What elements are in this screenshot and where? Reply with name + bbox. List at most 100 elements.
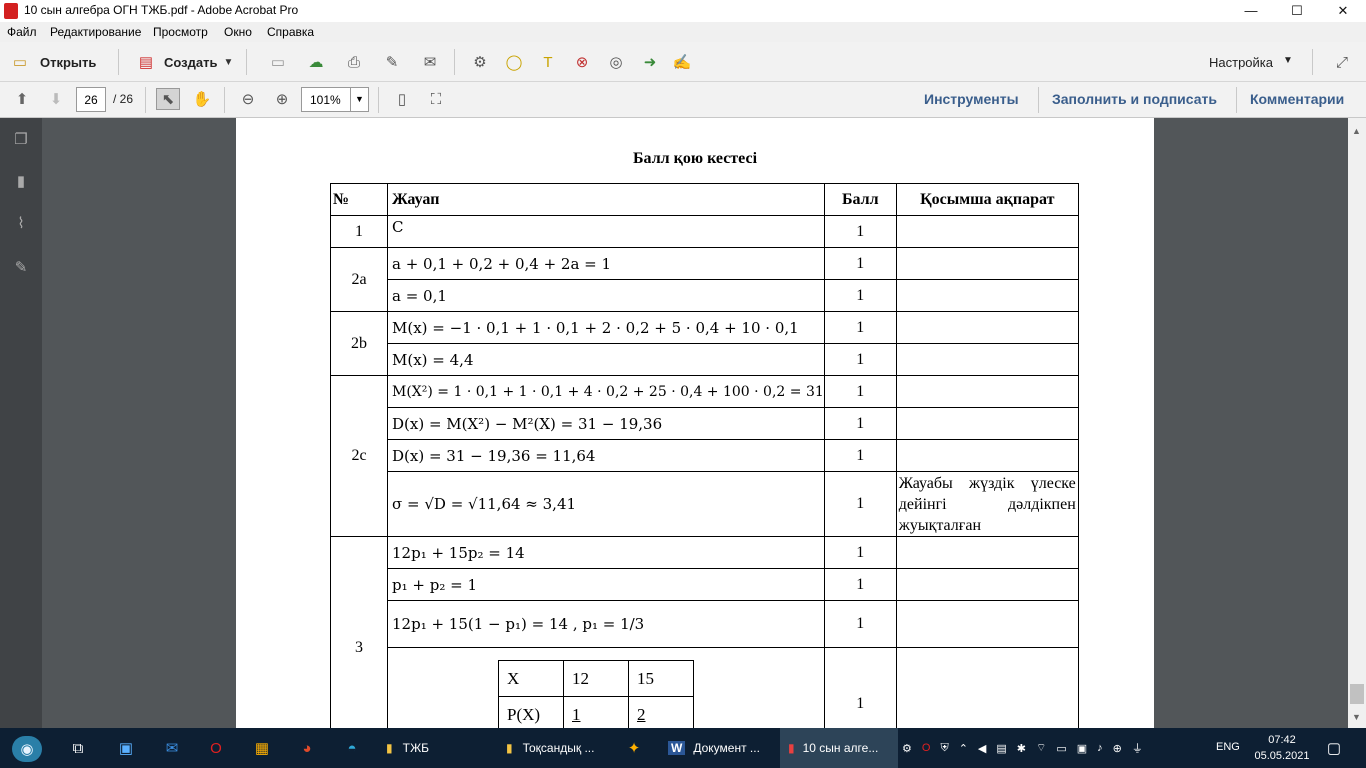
answer-cell: M(X²) = 1 · 0,1 + 1 · 0,1 + 4 · 0,2 + 25… [387, 375, 825, 408]
maximize-button[interactable]: ☐ [1274, 0, 1320, 22]
fit-width-icon[interactable]: ⛶ [424, 88, 448, 110]
table-row: D(x) = 31 − 19,36 = 11,64 1 [331, 439, 1079, 472]
fill-sign-pane-button[interactable]: Заполнить и подписать [1052, 91, 1217, 107]
zoom-out-icon[interactable]: ⊖ [236, 88, 260, 110]
folder-icon: ▮ [386, 741, 393, 755]
edit-icon[interactable]: ✎ [380, 51, 404, 73]
table-row: D(x) = M(X²) − M²(X) = 31 − 19,36 1 [331, 407, 1079, 440]
menu-help[interactable]: Справка [267, 25, 314, 39]
windows-media-icon[interactable]: ✦ [622, 737, 646, 759]
table-row: 12p₁ + 15(1 − p₁) = 14 , p₁ = 1/3 1 [331, 600, 1079, 648]
task-view-icon[interactable]: ⧉ [66, 737, 90, 759]
create-button[interactable]: ▤ Создать ▼ [134, 51, 233, 73]
page-total: / 26 [113, 92, 134, 106]
menu-view[interactable]: Просмотр [153, 25, 208, 39]
info-cell [895, 536, 1079, 569]
network-icon[interactable]: ▤ [996, 742, 1006, 755]
select-tool-icon[interactable]: ⬉ [156, 88, 180, 110]
question-number: 3 [330, 536, 388, 728]
word-icon: W [668, 741, 686, 755]
tray-app-icon[interactable]: ⚙ [902, 742, 912, 755]
comments-pane-button[interactable]: Комментарии [1250, 91, 1344, 107]
volume-icon[interactable]: ◀ [978, 742, 986, 755]
taskbar-app-folder[interactable]: ▮ Тоқсандық ... [498, 728, 616, 768]
battery-icon[interactable]: ▭ [1056, 742, 1066, 755]
question-number: 1 [330, 215, 388, 248]
usb-icon[interactable]: ⏚ [1132, 740, 1143, 756]
customize-dropdown[interactable]: Настройка ▼ [1209, 55, 1293, 70]
dist-cell: P(X) [498, 696, 564, 728]
score-cell: 1 [823, 471, 897, 537]
scroll-up-icon[interactable]: ▲ [1352, 126, 1361, 136]
toolbar-divider [454, 49, 455, 75]
expand-icon[interactable]: ⤢ [1330, 51, 1354, 73]
start-button-icon[interactable]: ◉ [12, 736, 42, 762]
dist-cell: 2 [628, 696, 694, 728]
bookmark-icon[interactable]: ▮ [9, 170, 33, 192]
sign-icon[interactable]: ✍ [670, 51, 694, 73]
open-button[interactable]: ▭ Открыть [8, 51, 96, 73]
attachment-icon[interactable]: ⌇ [9, 212, 33, 234]
speaker-icon[interactable]: ♪ [1097, 742, 1103, 754]
chrome-icon[interactable]: ◕ [295, 737, 319, 759]
upload-cloud-icon[interactable]: ☁ [304, 51, 328, 73]
toolbar-divider [1312, 49, 1313, 75]
minimize-button[interactable]: — [1228, 0, 1274, 22]
vertical-scrollbar[interactable]: ▲ ▼ [1348, 118, 1366, 728]
dist-cell: 15 [628, 660, 694, 697]
toolbar-divider [1236, 87, 1237, 113]
previous-page-icon[interactable]: ⬆ [10, 88, 34, 110]
shield-icon[interactable]: ⛨ [940, 742, 948, 755]
bluetooth-icon[interactable]: ✱ [1017, 742, 1026, 755]
table-row: 2b M(x) = −1 · 0,1 + 1 · 0,1 + 2 · 0,2 +… [330, 311, 1079, 376]
gear-icon[interactable]: ⚙ [468, 51, 492, 73]
email-icon[interactable]: ✉ [418, 51, 442, 73]
globe-icon[interactable]: ⊕ [1113, 742, 1122, 755]
redact-icon[interactable]: ⊗ [570, 51, 594, 73]
zoom-select[interactable]: 101% ▼ [301, 87, 369, 112]
chevron-up-icon[interactable]: ⌃ [959, 742, 968, 755]
question-number: 2c [330, 375, 388, 537]
menu-file[interactable]: Файл [7, 25, 37, 39]
protect-icon[interactable]: ◎ [604, 51, 628, 73]
opera-tray-icon[interactable]: O [922, 742, 931, 754]
page-number-input[interactable] [76, 87, 106, 112]
table-row: a = 0,1 1 [331, 279, 1079, 312]
app-icon[interactable]: ▣ [114, 737, 138, 759]
signature-icon[interactable]: ✎ [9, 256, 33, 278]
print-icon[interactable]: ⎙ [342, 51, 366, 73]
menu-edit[interactable]: Редактирование [50, 25, 141, 39]
page-thumbnails-icon[interactable]: ❐ [9, 128, 33, 150]
mail-icon[interactable]: ✉ [160, 737, 184, 759]
answer-cell: M(x) = −1 · 0,1 + 1 · 0,1 + 2 · 0,2 + 5 … [387, 311, 825, 344]
scroll-down-icon[interactable]: ▼ [1352, 712, 1361, 722]
next-page-icon[interactable]: ⬇ [44, 88, 68, 110]
store-icon[interactable]: ▦ [250, 737, 274, 759]
highlight-icon[interactable]: T [536, 51, 560, 73]
save-icon[interactable]: ▭ [266, 51, 290, 73]
taskbar-app-acrobat[interactable]: ▮ 10 сын алге... [780, 728, 898, 768]
tools-pane-button[interactable]: Инструменты [924, 91, 1019, 107]
hand-tool-icon[interactable]: ✋ [190, 88, 214, 110]
clock[interactable]: 07:42 05.05.2021 [1254, 732, 1310, 764]
display-icon[interactable]: ▣ [1077, 742, 1087, 755]
score-cell: 1 [823, 247, 897, 280]
menu-window[interactable]: Окно [224, 25, 252, 39]
comment-icon[interactable]: ◯ [502, 51, 526, 73]
close-button[interactable]: ✕ [1320, 0, 1366, 22]
zoom-in-icon[interactable]: ⊕ [270, 88, 294, 110]
taskbar-app-folder[interactable]: ▮ ТЖБ [378, 728, 496, 768]
taskbar-app-word[interactable]: W Документ ... [660, 728, 778, 768]
export-icon[interactable]: ➜ [638, 51, 662, 73]
score-cell: 1 [823, 600, 897, 648]
notification-icon[interactable]: ▢ [1322, 737, 1346, 759]
answer-cell: p₁ + p₂ = 1 [387, 568, 825, 601]
language-indicator[interactable]: ENG [1216, 741, 1240, 753]
fit-page-icon[interactable]: ▯ [390, 88, 414, 110]
table-row: X 12 15 P(X) 1 2 1 [331, 647, 1079, 728]
score-cell: 1 [823, 279, 897, 312]
scrollbar-thumb[interactable] [1350, 684, 1364, 704]
wifi-icon[interactable]: ⌔ [1036, 741, 1046, 755]
opera-icon[interactable]: O [204, 737, 228, 759]
edge-icon[interactable]: ◓ [340, 737, 364, 759]
